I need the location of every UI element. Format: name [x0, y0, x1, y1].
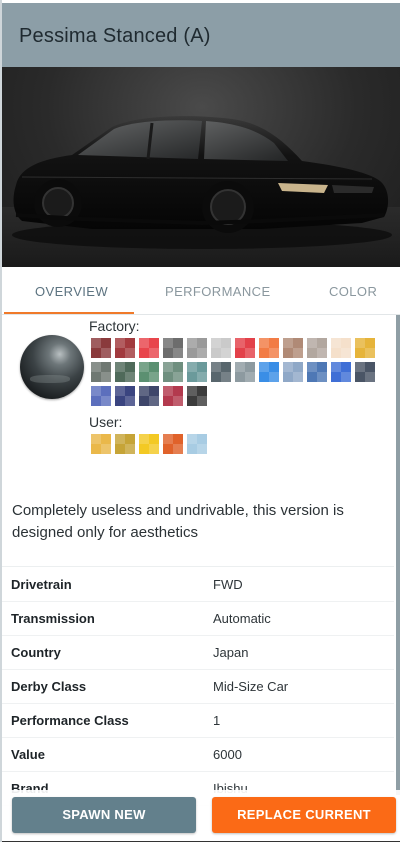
- scrollbar[interactable]: [396, 315, 400, 795]
- spec-label: Derby Class: [11, 679, 87, 694]
- spec-row-performance-class: Performance Class 1: [2, 704, 394, 738]
- paint-preview-sphere: [20, 335, 84, 399]
- description-divider: [2, 566, 394, 567]
- spawn-new-button[interactable]: SPAWN NEW: [12, 797, 196, 833]
- factory-color-swatch[interactable]: [259, 338, 279, 358]
- factory-color-swatch[interactable]: [139, 386, 159, 406]
- spec-row-value: Value 6000: [2, 738, 394, 772]
- factory-color-swatch[interactable]: [163, 362, 183, 382]
- factory-color-swatch[interactable]: [355, 338, 375, 358]
- spec-value: 1: [213, 713, 221, 728]
- spec-label: Transmission: [11, 611, 95, 626]
- tab-overview[interactable]: OVERVIEW: [35, 284, 108, 299]
- spec-label: Country: [11, 645, 61, 660]
- factory-color-swatch[interactable]: [91, 386, 111, 406]
- action-footer: SPAWN NEW REPLACE CURRENT: [2, 790, 400, 842]
- spec-value: Automatic: [213, 611, 271, 626]
- factory-color-swatch[interactable]: [163, 338, 183, 358]
- factory-color-swatch[interactable]: [115, 338, 135, 358]
- factory-color-swatch[interactable]: [235, 362, 255, 382]
- user-color-swatches: [91, 434, 375, 454]
- tab-divider: [2, 314, 400, 315]
- factory-color-swatch[interactable]: [307, 338, 327, 358]
- factory-color-swatch[interactable]: [187, 338, 207, 358]
- tab-color[interactable]: COLOR: [329, 284, 377, 299]
- spec-value: 6000: [213, 747, 242, 762]
- spec-value: Mid-Size Car: [213, 679, 289, 694]
- factory-color-swatch[interactable]: [91, 338, 111, 358]
- factory-color-swatch[interactable]: [139, 338, 159, 358]
- factory-color-swatch[interactable]: [331, 362, 351, 382]
- user-colors-label: User:: [89, 414, 123, 430]
- tab-bar: OVERVIEW PERFORMANCE COLOR: [2, 267, 400, 315]
- factory-color-swatch[interactable]: [283, 338, 303, 358]
- spec-row-country: Country Japan: [2, 636, 394, 670]
- factory-color-swatch[interactable]: [211, 362, 231, 382]
- factory-color-swatch[interactable]: [211, 386, 231, 406]
- factory-color-swatch[interactable]: [163, 386, 183, 406]
- spec-row-derby-class: Derby Class Mid-Size Car: [2, 670, 394, 704]
- factory-color-swatch[interactable]: [187, 362, 207, 382]
- car-render: [2, 116, 400, 267]
- factory-color-swatch[interactable]: [139, 362, 159, 382]
- factory-color-swatch[interactable]: [259, 362, 279, 382]
- tab-performance[interactable]: PERFORMANCE: [165, 284, 271, 299]
- factory-color-swatch[interactable]: [235, 338, 255, 358]
- factory-color-swatch[interactable]: [283, 362, 303, 382]
- factory-color-swatch[interactable]: [187, 386, 207, 406]
- user-color-swatch[interactable]: [187, 434, 207, 454]
- header-bar: Pessima Stanced (A): [2, 3, 400, 67]
- spec-row-drivetrain: Drivetrain FWD: [2, 568, 394, 602]
- factory-color-swatch[interactable]: [331, 338, 351, 358]
- factory-color-swatch[interactable]: [91, 362, 111, 382]
- factory-color-swatch[interactable]: [307, 362, 327, 382]
- vehicle-title: Pessima Stanced (A): [19, 25, 211, 47]
- spec-table: Drivetrain FWD Transmission Automatic Co…: [2, 568, 394, 806]
- user-color-swatch[interactable]: [91, 434, 111, 454]
- spec-value: Japan: [213, 645, 249, 660]
- vehicle-preview-image: [2, 67, 400, 267]
- replace-current-button[interactable]: REPLACE CURRENT: [212, 797, 396, 833]
- factory-color-swatches: [91, 338, 375, 406]
- spec-value: FWD: [213, 577, 243, 592]
- spec-row-transmission: Transmission Automatic: [2, 602, 394, 636]
- factory-color-swatch[interactable]: [355, 362, 375, 382]
- vehicle-description: Completely useless and undrivable, this …: [12, 502, 344, 541]
- user-color-swatch[interactable]: [163, 434, 183, 454]
- spec-label: Performance Class: [11, 713, 129, 728]
- user-color-swatch[interactable]: [115, 434, 135, 454]
- vehicle-details-panel: Pessima Stanced (A) OVERVIEW PERFORMANCE…: [0, 0, 400, 842]
- factory-color-swatch[interactable]: [115, 386, 135, 406]
- factory-color-swatch[interactable]: [115, 362, 135, 382]
- spec-label: Value: [11, 747, 45, 762]
- factory-color-swatch[interactable]: [211, 338, 231, 358]
- user-color-swatch[interactable]: [139, 434, 159, 454]
- factory-colors-label: Factory:: [89, 318, 140, 334]
- spec-label: Drivetrain: [11, 577, 72, 592]
